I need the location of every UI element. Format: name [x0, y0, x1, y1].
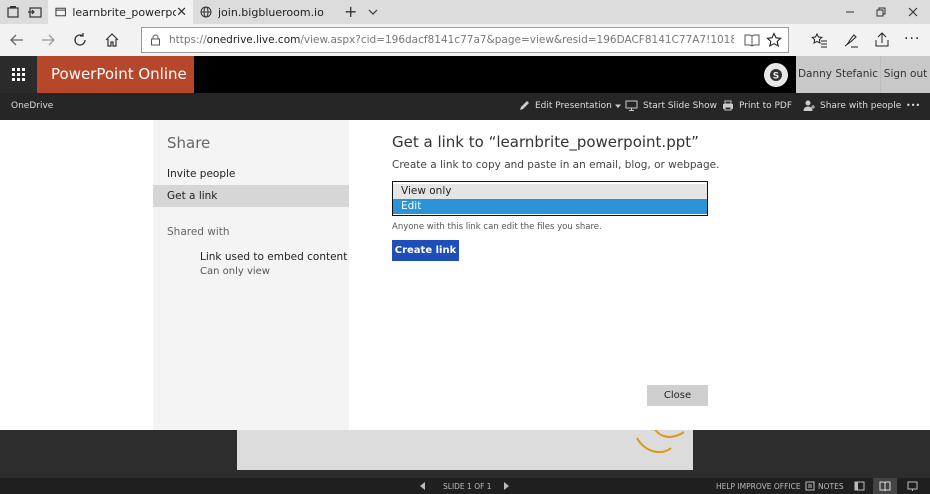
person-add-icon [803, 100, 815, 111]
option-edit[interactable]: Edit [393, 199, 707, 214]
tab-bigblueroom[interactable]: join.bigblueroom.io [195, 0, 335, 24]
more-commands-icon[interactable]: ••• [906, 101, 920, 110]
permission-select[interactable]: View only Edit [392, 181, 708, 216]
edit-presentation-label: Edit Presentation [535, 100, 612, 111]
slide-show-view-icon[interactable] [907, 481, 918, 491]
share-with-people-button[interactable]: Share with people [803, 100, 901, 111]
printer-icon [723, 100, 733, 111]
share-title: Share [167, 134, 211, 152]
set-aside-tabs-icon[interactable] [26, 3, 44, 21]
edit-presentation-button[interactable]: Edit Presentation [519, 100, 626, 111]
tab-learnbrite[interactable]: learnbrite_powerpoint.p ✕ [48, 0, 193, 24]
shared-entry-title[interactable]: Link used to embed content [200, 251, 347, 263]
shared-entry-permission: Can only view [200, 266, 270, 277]
command-bar: OneDrive Edit Presentation Start Slide S… [0, 93, 930, 120]
onedrive-breadcrumb[interactable]: OneDrive [11, 101, 53, 111]
help-improve-office-link[interactable]: HELP IMPROVE OFFICE [716, 482, 801, 491]
normal-view-icon[interactable] [854, 481, 865, 491]
slide-thumbnail [237, 430, 693, 470]
reading-view-icon[interactable] [744, 33, 760, 47]
permission-note: Anyone with this link can edit the files… [392, 222, 602, 232]
tab-title: learnbrite_powerpoint.p [72, 5, 177, 19]
print-to-pdf-button[interactable]: Print to PDF [722, 100, 792, 111]
close-window-icon[interactable] [905, 4, 921, 20]
notes-toggle[interactable]: NOTES [818, 482, 844, 491]
skype-icon: S [770, 69, 782, 82]
refresh-icon[interactable] [71, 31, 89, 49]
tab-list-chevron-icon[interactable] [367, 7, 379, 17]
minimize-icon[interactable] [842, 4, 858, 20]
get-link-title: Get a link to “learnbrite_powerpoint.ppt… [392, 133, 699, 151]
previous-slide-icon[interactable] [420, 482, 426, 490]
close-tab-icon[interactable]: ✕ [176, 5, 187, 20]
tab-title: join.bigblueroom.io [218, 5, 324, 19]
share-icon[interactable] [873, 31, 891, 49]
chevron-down-icon [614, 104, 621, 108]
page-icon [55, 7, 66, 17]
reading-view-button[interactable] [873, 478, 897, 494]
slide-graphic-arc [636, 430, 685, 454]
print-to-pdf-label: Print to PDF [739, 100, 792, 111]
sign-out-link[interactable]: Sign out [880, 56, 930, 93]
app-launcher-button[interactable] [0, 56, 37, 93]
share-with-people-label: Share with people [820, 100, 902, 111]
nav-get-a-link[interactable]: Get a link [153, 185, 349, 207]
url-scheme: https:// [169, 34, 207, 46]
slideshow-icon [625, 100, 638, 111]
new-tab-button[interactable]: + [344, 2, 357, 21]
close-button[interactable]: Close [647, 385, 708, 406]
waffle-icon [12, 68, 25, 81]
restore-icon[interactable] [872, 4, 888, 20]
slide-indicator: SLIDE 1 OF 1 [443, 482, 492, 491]
nav-invite-people[interactable]: Invite people [153, 163, 349, 185]
app-name[interactable]: PowerPoint Online [37, 56, 194, 93]
favorite-star-icon[interactable] [766, 32, 782, 48]
get-link-subtitle: Create a link to copy and paste in an em… [392, 159, 720, 171]
notes-icon [805, 481, 815, 491]
address-field[interactable]: https://onedrive.live.com/view.aspx?cid=… [141, 27, 789, 53]
user-name[interactable]: Danny Stefanic [796, 56, 880, 93]
option-view-only[interactable]: View only [393, 184, 707, 199]
forward-icon[interactable] [39, 31, 57, 49]
more-menu-icon[interactable]: ··· [904, 31, 920, 47]
svg-text:S: S [773, 72, 779, 82]
start-slide-show-label: Start Slide Show [643, 100, 717, 111]
create-link-button[interactable]: Create link [392, 240, 459, 261]
pen-notes-icon[interactable] [842, 31, 860, 49]
skype-button[interactable]: S [764, 63, 788, 87]
favorites-hub-icon[interactable] [810, 31, 828, 49]
next-slide-icon[interactable] [504, 482, 510, 490]
shared-with-heading: Shared with [167, 226, 230, 238]
home-icon[interactable] [103, 31, 121, 49]
book-icon [879, 481, 891, 491]
url-host: onedrive.live.com [206, 34, 301, 46]
globe-icon [200, 6, 212, 18]
start-slide-show-button[interactable]: Start Slide Show [625, 100, 717, 111]
pencil-icon [520, 101, 529, 110]
status-bar: SLIDE 1 OF 1 HELP IMPROVE OFFICE NOTES [0, 478, 930, 494]
back-icon[interactable] [8, 31, 26, 49]
lock-icon [151, 34, 160, 46]
url-text: https://onedrive.live.com/view.aspx?cid=… [169, 34, 734, 46]
tab-manager-icon[interactable] [4, 3, 22, 21]
url-path: /view.aspx?cid=196dacf8141c77a7&page=vie… [300, 34, 734, 46]
